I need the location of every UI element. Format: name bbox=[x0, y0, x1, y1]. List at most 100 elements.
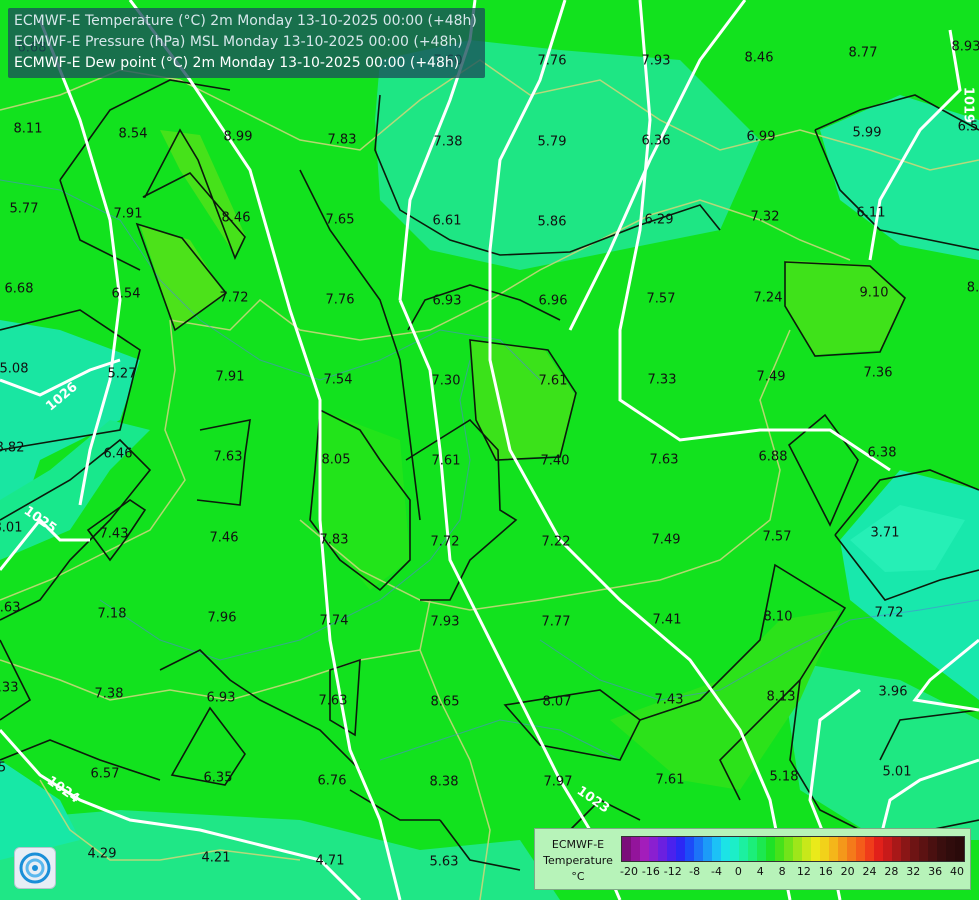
colorbar-tick-label: 28 bbox=[884, 865, 899, 878]
colorbar-swatch bbox=[667, 837, 676, 861]
station-value: 7.61 bbox=[538, 373, 568, 389]
station-value: 7.40 bbox=[540, 453, 570, 469]
colorbar-swatch bbox=[640, 837, 649, 861]
station-value: 7.46 bbox=[209, 530, 239, 546]
weather-map[interactable]: 1026 1025 1024 1023 1019 6.687.607.767.9… bbox=[0, 0, 979, 900]
station-value: 7.43 bbox=[99, 526, 129, 542]
colorbar-tick-label: -12 bbox=[663, 865, 682, 878]
colorbar-swatch bbox=[784, 837, 793, 861]
colorbar-swatch bbox=[631, 837, 640, 861]
colorbar-tick-label: 0 bbox=[734, 865, 742, 878]
station-value: 5.27 bbox=[107, 366, 137, 382]
colorbar-tick-label: 32 bbox=[906, 865, 921, 878]
colorbar-ticks: -20 -16 -12 -8 -4 0 4 8 12 16 20 24 28 32 36 40 bbox=[620, 865, 964, 881]
station-value: 8.65 bbox=[430, 694, 460, 710]
colorbar-swatch bbox=[685, 837, 694, 861]
station-value: 7.76 bbox=[537, 53, 567, 69]
colorbar-swatch bbox=[622, 837, 631, 861]
station-value: 6.68 bbox=[4, 281, 34, 297]
station-value: 6.5 bbox=[957, 119, 979, 135]
station-value: 3.71 bbox=[870, 525, 900, 541]
colorbar-swatch bbox=[811, 837, 820, 861]
station-value: 7.61 bbox=[655, 772, 685, 788]
temperature-layer-label[interactable]: ECMWF-E Temperature (°C) 2m Monday 13-10… bbox=[14, 11, 477, 32]
station-value: 8. bbox=[966, 280, 979, 296]
station-value: 7.93 bbox=[430, 614, 460, 630]
station-value: 6.93 bbox=[206, 690, 236, 706]
station-value: 7.83 bbox=[319, 532, 349, 548]
station-value: 6.61 bbox=[432, 213, 462, 229]
station-value: 6.63 bbox=[0, 600, 21, 616]
isobar-label: 1019 bbox=[960, 86, 976, 124]
colorbar-swatch bbox=[829, 837, 838, 861]
colorbar-swatch bbox=[748, 837, 757, 861]
station-value: 5.63 bbox=[429, 854, 459, 870]
station-value: 5.08 bbox=[0, 361, 29, 377]
colorbar-swatch bbox=[658, 837, 667, 861]
colorbar-swatch bbox=[937, 837, 946, 861]
colorbar-swatch bbox=[766, 837, 775, 861]
layer-legend[interactable]: ECMWF-E Temperature (°C) 2m Monday 13-10… bbox=[8, 8, 485, 78]
provider-logo-icon[interactable] bbox=[14, 847, 56, 889]
station-value: 5.79 bbox=[537, 134, 567, 150]
colorbar-scale bbox=[621, 836, 965, 862]
colorbar-swatch bbox=[865, 837, 874, 861]
colorbar-tick-label: 8 bbox=[778, 865, 786, 878]
station-value: 8.10 bbox=[763, 609, 793, 625]
station-value: 7.24 bbox=[753, 290, 783, 306]
station-value: 7.65 bbox=[325, 212, 355, 228]
warm-zone-2 bbox=[140, 225, 225, 330]
station-value: 8.77 bbox=[848, 45, 878, 61]
station-value: 8.93 bbox=[951, 39, 979, 55]
station-value: 6.38 bbox=[867, 445, 897, 461]
station-value: 6.36 bbox=[641, 133, 671, 149]
colorbar-swatch bbox=[757, 837, 766, 861]
colorbar-swatch bbox=[730, 837, 739, 861]
station-value: 8.01 bbox=[0, 520, 23, 536]
station-value: 6.35 bbox=[203, 770, 233, 786]
colorbar-swatch bbox=[739, 837, 748, 861]
station-value: 7.77 bbox=[541, 614, 571, 630]
colorbar-swatch bbox=[892, 837, 901, 861]
station-value: 4.21 bbox=[201, 850, 231, 866]
station-value: 6.57 bbox=[90, 766, 120, 782]
colorbar-swatch bbox=[838, 837, 847, 861]
colorbar-tick-label: 16 bbox=[818, 865, 833, 878]
colorbar-swatch bbox=[874, 837, 883, 861]
colorbar-tick-label: 20 bbox=[840, 865, 855, 878]
colorbar-swatch bbox=[910, 837, 919, 861]
colorbar-swatch bbox=[856, 837, 865, 861]
colorbar-tick-label: -8 bbox=[689, 865, 701, 878]
colorbar-swatch bbox=[802, 837, 811, 861]
station-value: 7.43 bbox=[654, 692, 684, 708]
station-value: 4.71 bbox=[315, 853, 345, 869]
station-value: 7.22 bbox=[541, 534, 571, 550]
station-value: 7.72 bbox=[430, 534, 460, 550]
station-value: 7.38 bbox=[433, 134, 463, 150]
station-value: 8.05 bbox=[321, 452, 351, 468]
station-value: 7.49 bbox=[756, 369, 786, 385]
station-value: 7.91 bbox=[113, 206, 143, 222]
colorbar-tick-label: 36 bbox=[928, 865, 943, 878]
station-value: 7.72 bbox=[874, 605, 904, 621]
colorbar-swatch bbox=[775, 837, 784, 861]
station-value: 7.63 bbox=[649, 452, 679, 468]
colorbar-swatch bbox=[919, 837, 928, 861]
colorbar-swatch bbox=[712, 837, 721, 861]
station-value: 6.88 bbox=[758, 449, 788, 465]
station-value: 6.93 bbox=[432, 293, 462, 309]
colorbar-swatch bbox=[820, 837, 829, 861]
station-value: 7.32 bbox=[750, 209, 780, 225]
station-value: 6.46 bbox=[103, 446, 133, 462]
colorbar-swatch bbox=[946, 837, 955, 861]
colorbar-title: ECMWF-E Temperature °C bbox=[543, 838, 613, 883]
colorbar-swatch bbox=[694, 837, 703, 861]
station-value: 7.54 bbox=[323, 372, 353, 388]
station-value: 7.18 bbox=[97, 606, 127, 622]
station-value: 6.54 bbox=[111, 286, 141, 302]
station-value: 7.63 bbox=[318, 693, 348, 709]
station-value: 5 bbox=[0, 760, 7, 776]
dewpoint-layer-label[interactable]: ECMWF-E Dew point (°C) 2m Monday 13-10-2… bbox=[14, 53, 477, 74]
pressure-layer-label[interactable]: ECMWF-E Pressure (hPa) MSL Monday 13-10-… bbox=[14, 32, 477, 53]
colorbar-swatch bbox=[703, 837, 712, 861]
